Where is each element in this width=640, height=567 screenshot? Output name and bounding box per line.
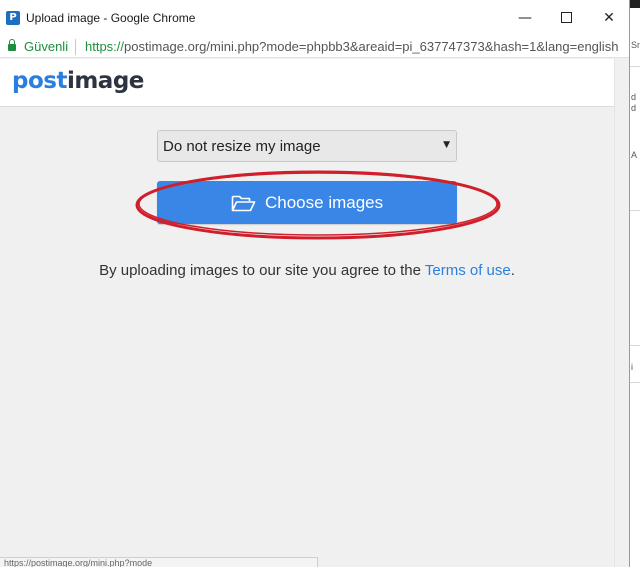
upload-panel: Do not resize my image ▼ Choose images B…	[0, 108, 614, 559]
address-separator	[75, 39, 76, 55]
site-header: postimage	[0, 59, 614, 107]
background-divider	[630, 382, 640, 383]
logo-image-text: image	[66, 68, 144, 94]
url-scheme: https://	[85, 39, 125, 54]
lock-icon[interactable]	[8, 39, 16, 51]
terms-agreement-text: By uploading images to our site you agre…	[0, 262, 614, 279]
postimage-logo[interactable]: postimage	[12, 68, 144, 94]
dropdown-caret-icon: ▼	[443, 140, 450, 150]
address-bar[interactable]: Güvenli https://postimage.org/mini.php?m…	[0, 36, 629, 58]
resize-select[interactable]: Do not resize my image ▼	[157, 130, 457, 162]
background-text-fragment: i	[631, 362, 633, 372]
background-window: Sn d d A i	[630, 0, 640, 567]
postimage-app-icon: P	[6, 11, 20, 25]
title-bar[interactable]: P Upload image - Google Chrome — ✕	[0, 0, 629, 36]
background-divider	[630, 210, 640, 211]
background-divider	[630, 345, 640, 346]
background-window-bar	[630, 0, 640, 8]
red-annotation-ellipse	[135, 170, 501, 240]
agreement-period: .	[510, 262, 515, 279]
resize-select-value: Do not resize my image	[163, 138, 321, 155]
status-url-text: https://postimage.org/mini.php?mode	[4, 558, 153, 567]
background-text-fragment: d	[631, 103, 637, 113]
chrome-popup-window: P Upload image - Google Chrome — ✕ Güven…	[0, 0, 630, 567]
background-divider	[630, 66, 640, 67]
background-text-fragment: Sn	[631, 40, 640, 50]
url-path: postimage.org/mini.php?mode=phpbb3&areai…	[124, 39, 619, 54]
background-text-fragment: A	[631, 150, 638, 160]
agreement-text: By uploading images to our site you agre…	[99, 262, 425, 279]
minimize-icon[interactable]: —	[515, 8, 535, 28]
terms-of-use-link[interactable]: Terms of use	[425, 262, 511, 279]
close-icon[interactable]: ✕	[599, 8, 619, 28]
screenshot: Sn d d A i P Upload image - Google Chrom…	[0, 0, 640, 567]
url-text[interactable]: https://postimage.org/mini.php?mode=phpb…	[85, 39, 629, 54]
right-gutter	[614, 59, 629, 567]
window-title: Upload image - Google Chrome	[26, 11, 196, 25]
logo-post-text: post	[12, 68, 67, 94]
secure-label[interactable]: Güvenli	[24, 39, 68, 54]
maximize-icon[interactable]	[557, 8, 577, 28]
background-text-fragment: d	[631, 92, 637, 102]
status-bar: https://postimage.org/mini.php?mode	[0, 557, 318, 567]
